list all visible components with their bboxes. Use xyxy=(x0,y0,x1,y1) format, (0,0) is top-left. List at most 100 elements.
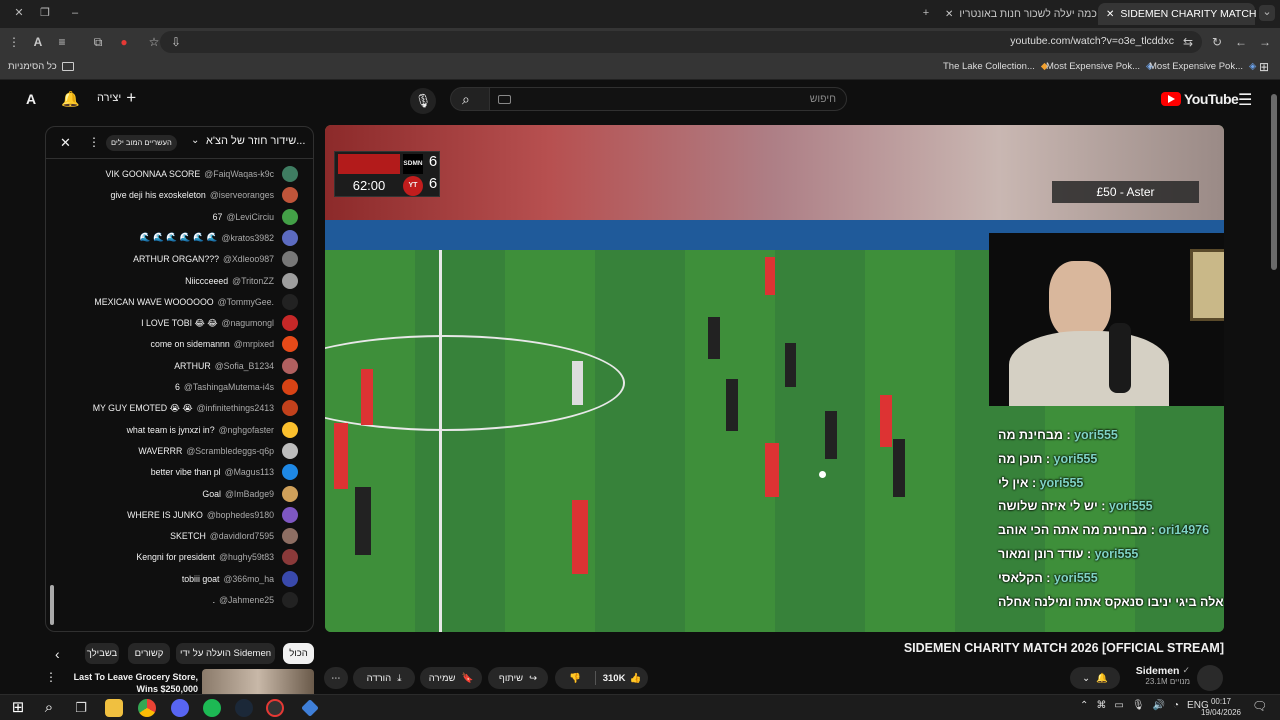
subscribed-button[interactable]: ⌄ 🔔 xyxy=(1070,667,1120,689)
chat-author[interactable]: @infinitethings2413 xyxy=(197,403,274,413)
task-view-icon[interactable]: ❐ xyxy=(72,699,90,717)
reload-icon[interactable]: ↻ xyxy=(1209,34,1225,50)
chips-scroll-left-icon[interactable]: ‹ xyxy=(55,646,60,662)
dislike-button[interactable]: 👎 xyxy=(555,673,595,684)
chat-author[interactable]: @bophedes9180 xyxy=(207,510,274,520)
chrome-icon[interactable] xyxy=(138,699,156,717)
video-player[interactable]: SDMN 6 62:00 YT 6 £50 - Aster yori555 : … xyxy=(325,125,1224,632)
more-actions-button[interactable]: ⋯ xyxy=(324,667,348,689)
chat-avatar[interactable] xyxy=(282,570,298,587)
chat-avatar[interactable] xyxy=(282,229,298,246)
chat-avatar[interactable] xyxy=(282,485,298,502)
search-input[interactable]: חיפוש xyxy=(489,87,847,111)
apps-grid-icon[interactable]: ⊞ xyxy=(1259,60,1269,74)
browser-tab-2[interactable]: ✕ כמה יעלה לשכור חנות באונטריו xyxy=(945,3,1114,25)
mic-icon[interactable]: 🎙 xyxy=(1132,700,1145,711)
chat-author[interactable]: @TritonZZ xyxy=(232,276,274,286)
chat-avatar[interactable] xyxy=(282,293,298,310)
chat-author[interactable]: @Magus113 xyxy=(225,467,274,477)
chat-avatar[interactable] xyxy=(282,442,298,459)
chat-avatar[interactable] xyxy=(282,421,298,438)
recommendation-menu-icon[interactable]: ⋮ xyxy=(45,670,57,684)
chat-author[interactable]: @FaiqWaqas-k9c xyxy=(204,169,274,179)
minimize-window-icon[interactable]: – xyxy=(68,6,82,20)
network-icon[interactable]: ⌘ xyxy=(1096,700,1106,711)
chat-author[interactable]: @ImBadge9 xyxy=(225,489,274,499)
restore-window-icon[interactable]: ❐ xyxy=(38,6,52,20)
close-tab-icon[interactable]: ✕ xyxy=(945,9,953,20)
chat-avatar[interactable] xyxy=(282,464,298,481)
chat-avatar[interactable] xyxy=(282,528,298,545)
save-button[interactable]: שמירה 🔖 xyxy=(420,667,482,689)
chat-avatar[interactable] xyxy=(282,506,298,523)
chip-related[interactable]: קשורים xyxy=(128,643,170,664)
chat-avatar[interactable] xyxy=(282,251,298,268)
close-tab-icon[interactable]: ✕ xyxy=(1106,9,1114,20)
channel-name[interactable]: Sidemen xyxy=(1136,665,1180,677)
chip-for-you[interactable]: בשבילך xyxy=(85,643,119,664)
new-tab-icon[interactable]: + xyxy=(919,6,933,20)
create-button[interactable]: יצירה + xyxy=(97,89,136,106)
close-window-icon[interactable]: ✕ xyxy=(12,6,26,20)
close-chat-icon[interactable]: ✕ xyxy=(60,135,71,151)
chat-avatar[interactable] xyxy=(282,400,298,417)
search-icon[interactable]: ⌕ xyxy=(40,699,58,717)
spotify-icon[interactable] xyxy=(203,699,221,717)
recommendation-title[interactable]: Last To Leave Grocery Store, Wins $250,0… xyxy=(60,671,198,695)
reading-list-icon[interactable]: ≡ xyxy=(54,34,70,50)
chat-avatar[interactable] xyxy=(282,315,298,332)
all-bookmarks[interactable]: כל הסימניות xyxy=(8,61,74,72)
bookmark-item[interactable]: The Lake Collection... ◆ xyxy=(943,61,1048,72)
bookmark-star-icon[interactable]: ☆ xyxy=(146,34,162,50)
chat-author[interactable]: @mrpixed xyxy=(234,339,274,349)
account-avatar-icon[interactable]: A xyxy=(22,91,40,109)
site-settings-icon[interactable]: ⇆ xyxy=(1180,34,1196,50)
chat-avatar[interactable] xyxy=(282,549,298,566)
chat-author[interactable]: @nghgofaster xyxy=(219,425,274,435)
chat-author[interactable]: @Jahmene25 xyxy=(219,595,274,605)
menu-dots-icon[interactable]: ⋮ xyxy=(6,34,22,50)
chat-avatar[interactable] xyxy=(282,357,298,374)
chat-author[interactable]: @LeviCirciu xyxy=(226,212,274,222)
recording-app-icon[interactable] xyxy=(266,699,284,717)
extensions-icon[interactable]: ⧉ xyxy=(90,34,106,50)
recommendation-thumbnail[interactable] xyxy=(202,669,314,694)
chat-scrollbar[interactable] xyxy=(49,157,55,627)
chat-author[interactable]: @nagumongl xyxy=(222,318,274,328)
chat-avatar[interactable] xyxy=(282,379,298,395)
chat-filter-badge[interactable]: העשריים המוב ילים xyxy=(106,135,177,151)
discord-icon[interactable] xyxy=(171,699,189,717)
chat-author[interactable]: @Scrambledeggs-q6p xyxy=(186,446,274,456)
chat-author[interactable]: @davidlord7595 xyxy=(210,531,274,541)
url-field[interactable]: ☆ ⇩ youtube.com/watch?v=o3e_tlcddxc ⇆ xyxy=(149,31,1202,53)
chat-author[interactable]: @iserveoranges xyxy=(210,190,274,200)
chat-avatar[interactable] xyxy=(282,272,298,289)
install-app-icon[interactable]: ⇩ xyxy=(168,34,184,50)
chat-author[interactable]: @TommyGee. xyxy=(218,297,274,307)
youtube-logo[interactable]: YouTube xyxy=(1161,91,1239,107)
wifi-icon[interactable]: ◔ xyxy=(1173,700,1179,711)
page-scrollbar[interactable] xyxy=(1270,84,1278,690)
voice-search-icon[interactable]: 🎙 xyxy=(410,88,436,114)
chat-author[interactable]: @TashingaMutema-i4s xyxy=(184,382,274,392)
chat-scroll-thumb[interactable] xyxy=(50,585,54,625)
file-explorer-icon[interactable] xyxy=(105,699,123,717)
chat-author[interactable]: @Xdleoo987 xyxy=(223,254,274,264)
share-button[interactable]: שיתוף ↪ xyxy=(488,667,548,689)
windows-start-icon[interactable]: ⊞ xyxy=(9,699,27,717)
chat-menu-icon[interactable]: ⋮ xyxy=(88,135,100,149)
bookmark-item[interactable]: Most Expensive Pok... ◈ xyxy=(1149,61,1256,72)
chat-avatar[interactable] xyxy=(282,166,298,182)
back-icon[interactable]: ← xyxy=(1233,34,1249,50)
chevron-down-icon[interactable]: ⌄ xyxy=(191,135,199,146)
hamburger-menu-icon[interactable]: ☰ xyxy=(1238,90,1252,110)
notifications-bell-icon[interactable]: 🔔 xyxy=(61,90,80,108)
chat-author[interactable]: @hughy59t83 xyxy=(219,552,274,562)
chat-author[interactable]: @366mo_ha xyxy=(223,574,274,584)
bookmark-item[interactable]: Most Expensive Pok... ◈ xyxy=(1046,61,1153,72)
chat-avatar[interactable] xyxy=(282,208,298,225)
profile-icon[interactable]: A xyxy=(30,34,46,50)
channel-avatar[interactable] xyxy=(1197,665,1223,691)
keyboard-icon[interactable] xyxy=(498,95,511,104)
download-button[interactable]: הורדה ⤓ xyxy=(353,667,415,689)
